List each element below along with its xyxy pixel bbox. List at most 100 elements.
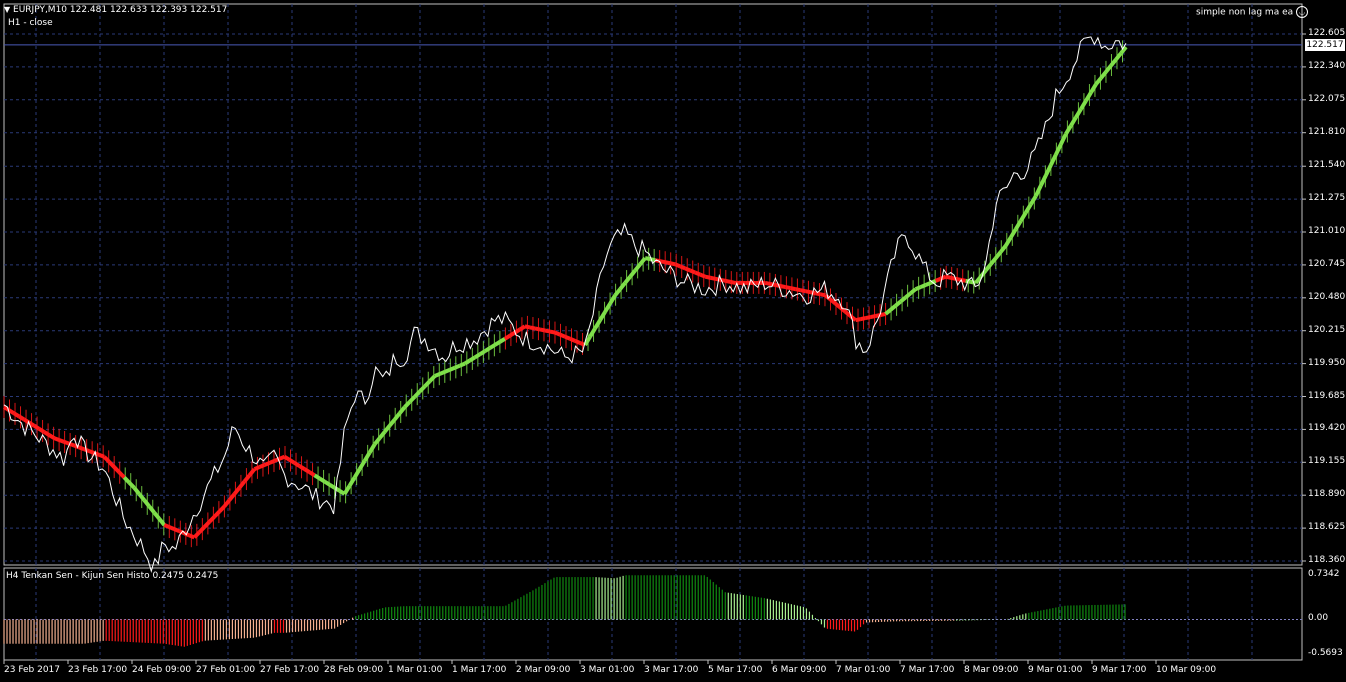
nonlag-ma-line bbox=[444, 367, 451, 374]
nonlag-ma-line bbox=[534, 326, 541, 332]
nonlag-ma-line bbox=[860, 316, 866, 322]
nonlag-ma-line bbox=[197, 525, 206, 534]
ea-label[interactable]: simple non lag ma ea ◡ bbox=[1196, 6, 1309, 19]
time-tick-label: 9 Mar 17:00 bbox=[1092, 665, 1147, 675]
nonlag-ma-line bbox=[805, 289, 811, 295]
nonlag-ma-line bbox=[544, 328, 551, 334]
nonlag-ma-line bbox=[1104, 64, 1113, 74]
nonlag-ma-line bbox=[127, 481, 136, 490]
nonlag-ma-line bbox=[608, 294, 617, 305]
nonlag-ma-line bbox=[33, 423, 41, 431]
price-tick-label: 120.215 bbox=[1308, 324, 1346, 335]
nonlag-ma-line bbox=[588, 327, 597, 338]
nonlag-ma-line bbox=[679, 264, 686, 271]
nonlag-ma-line bbox=[674, 262, 681, 269]
chart-window[interactable]: ▼ EURJPY,M10 122.481 122.633 122.393 122… bbox=[0, 0, 1346, 682]
nonlag-ma-line bbox=[664, 260, 671, 266]
nonlag-ma-line bbox=[870, 314, 876, 320]
histo-label: H4 Tenkan Sen - Kijun Sen Histo 0.2475 0… bbox=[6, 571, 219, 581]
nonlag-ma-line bbox=[493, 340, 501, 347]
nonlag-ma-line bbox=[628, 269, 637, 278]
nonlag-ma-line bbox=[449, 365, 456, 372]
time-tick-label: 28 Feb 09:00 bbox=[324, 665, 384, 675]
nonlag-ma-line bbox=[112, 465, 121, 474]
price-tick-label: 121.275 bbox=[1308, 193, 1346, 204]
nonlag-ma-line bbox=[483, 346, 491, 353]
nonlag-ma-line bbox=[439, 370, 446, 376]
nonlag-ma-line bbox=[247, 467, 257, 477]
nonlag-ma-line bbox=[43, 430, 51, 437]
nonlag-ma-line bbox=[644, 256, 651, 262]
nonlag-ma-line bbox=[53, 436, 60, 442]
price-tick-label: 122.075 bbox=[1308, 93, 1346, 104]
nonlag-ma-line bbox=[408, 395, 417, 404]
nonlag-ma-line bbox=[694, 270, 702, 277]
price-tick-label: 119.155 bbox=[1308, 456, 1346, 467]
nonlag-ma-line bbox=[48, 433, 56, 440]
nonlag-ma-line bbox=[303, 467, 311, 474]
main-frame bbox=[3, 3, 1303, 566]
time-tick-label: 3 Mar 17:00 bbox=[644, 665, 699, 675]
price-tick-label: 121.540 bbox=[1308, 160, 1346, 171]
nonlag-ma-line bbox=[800, 288, 806, 294]
nonlag-ma-line bbox=[508, 330, 516, 338]
time-tick-label: 24 Feb 09:00 bbox=[132, 665, 192, 675]
nonlag-ma-line bbox=[855, 317, 861, 323]
histo-tick-label: 0.00 bbox=[1308, 613, 1329, 624]
nonlag-ma-line bbox=[58, 438, 65, 444]
nonlag-ma-line bbox=[388, 418, 397, 427]
price-tick-label: 119.420 bbox=[1308, 423, 1346, 434]
nonlag-ma-line bbox=[17, 414, 26, 422]
nonlag-ma-line bbox=[989, 256, 998, 266]
nonlag-ma-line bbox=[222, 498, 231, 508]
price-tick-label: 118.890 bbox=[1308, 489, 1346, 500]
nonlag-ma-line bbox=[659, 259, 666, 265]
nonlag-ma-line bbox=[774, 283, 781, 288]
nonlag-ma-line bbox=[98, 452, 105, 459]
nonlag-ma-line bbox=[904, 291, 912, 299]
nonlag-ma-line bbox=[488, 343, 496, 350]
nonlag-ma-line bbox=[623, 275, 632, 285]
nonlag-ma-line bbox=[362, 451, 372, 462]
time-tick-label: 2 Mar 09:00 bbox=[516, 665, 571, 675]
histo-tick-label: -0.5693 bbox=[1308, 648, 1343, 658]
nonlag-ma-line bbox=[263, 461, 271, 467]
nonlag-ma-line bbox=[268, 459, 276, 465]
nonlag-ma-line bbox=[880, 311, 886, 317]
nonlag-ma-line bbox=[795, 287, 801, 293]
time-tick-label: 8 Mar 09:00 bbox=[964, 665, 1019, 675]
smiley-icon[interactable]: ◡ bbox=[1296, 6, 1309, 18]
nonlag-ma-line bbox=[132, 486, 141, 496]
nonlag-ma-line bbox=[669, 261, 676, 267]
time-tick-label: 7 Mar 01:00 bbox=[836, 665, 891, 675]
nonlag-ma-line bbox=[283, 455, 291, 462]
dropdown-triangle-icon[interactable]: ▼ bbox=[4, 5, 10, 14]
time-tick-label: 23 Feb 2017 bbox=[4, 665, 61, 675]
nonlag-ma-line bbox=[1099, 70, 1108, 80]
nonlag-ma-line bbox=[308, 470, 316, 478]
nonlag-ma-line bbox=[217, 504, 226, 513]
nonlag-ma-line bbox=[478, 349, 486, 356]
nonlag-ma-line bbox=[539, 327, 546, 333]
nonlag-ma-line bbox=[865, 315, 871, 321]
nonlag-ma-line bbox=[253, 465, 261, 471]
nonlag-ma-line bbox=[468, 355, 476, 363]
time-tick-label: 23 Feb 17:00 bbox=[68, 665, 128, 675]
time-tick-label: 3 Mar 01:00 bbox=[580, 665, 635, 675]
nonlag-ma-line bbox=[1029, 194, 1038, 206]
nonlag-ma-line bbox=[454, 363, 461, 370]
nonlag-ma-line bbox=[293, 461, 301, 468]
symbol-info[interactable]: ▼ EURJPY,M10 122.481 122.633 122.393 122… bbox=[4, 4, 227, 16]
time-tick-label: 27 Feb 01:00 bbox=[196, 665, 256, 675]
nonlag-ma-line bbox=[934, 276, 942, 283]
nonlag-ma-line bbox=[434, 372, 441, 378]
nonlag-ma-line bbox=[413, 390, 422, 399]
nonlag-ma-line bbox=[554, 330, 561, 337]
nonlag-ma-line bbox=[724, 278, 731, 284]
nonlag-ma-line bbox=[298, 464, 306, 471]
time-tick-label: 10 Mar 09:00 bbox=[1156, 665, 1217, 675]
time-tick-label: 7 Mar 17:00 bbox=[900, 665, 955, 675]
nonlag-ma-line bbox=[945, 274, 952, 280]
nonlag-ma-line bbox=[909, 287, 917, 295]
nonlag-ma-line bbox=[1049, 153, 1058, 166]
